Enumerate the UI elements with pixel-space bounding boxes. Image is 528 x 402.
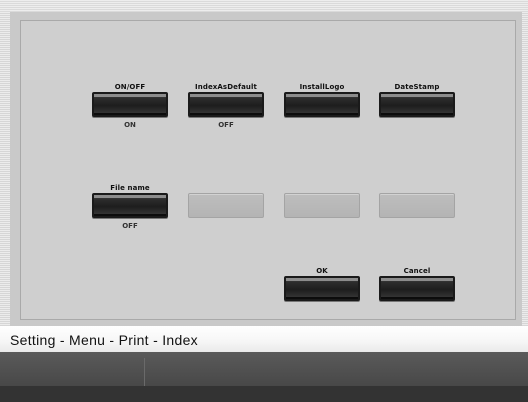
empty-slot-3-button xyxy=(379,193,455,218)
file-name-button[interactable] xyxy=(92,193,168,218)
empty-slot-2-button xyxy=(284,193,360,218)
install-logo-label: InstallLogo xyxy=(299,83,345,91)
breadcrumb-bar: Setting - Menu - Print - Index xyxy=(0,326,528,352)
cancel-button[interactable] xyxy=(379,276,455,301)
ok-button[interactable] xyxy=(284,276,360,301)
frame-stripe-top xyxy=(0,0,528,12)
bottom-bar xyxy=(0,352,528,402)
index-as-default-group: IndexAsDefault OFF xyxy=(188,82,264,130)
cancel-group: Cancel xyxy=(379,266,455,301)
file-name-label: File name xyxy=(110,184,150,192)
file-name-status: OFF xyxy=(122,222,138,230)
empty-slot-2-group xyxy=(284,193,360,218)
breadcrumb: Setting - Menu - Print - Index xyxy=(10,332,198,348)
bottom-bar-divider xyxy=(144,358,145,386)
bottom-bar-upper xyxy=(0,352,528,386)
index-as-default-label: IndexAsDefault xyxy=(195,83,257,91)
install-logo-group: InstallLogo xyxy=(284,82,360,117)
on-off-label: ON/OFF xyxy=(114,83,146,91)
cancel-label: Cancel xyxy=(403,267,431,275)
date-stamp-button[interactable] xyxy=(379,92,455,117)
file-name-group: File name OFF xyxy=(92,183,168,231)
frame-stripe-right xyxy=(522,12,528,326)
on-off-group: ON/OFF ON xyxy=(92,82,168,130)
on-off-status: ON xyxy=(124,121,136,129)
frame-stripe-left xyxy=(0,12,10,326)
date-stamp-group: DateStamp xyxy=(379,82,455,117)
ok-label: OK xyxy=(316,267,328,275)
empty-slot-1-group xyxy=(188,193,264,218)
install-logo-button[interactable] xyxy=(284,92,360,117)
date-stamp-label: DateStamp xyxy=(394,83,440,91)
empty-slot-3-group xyxy=(379,193,455,218)
index-as-default-button[interactable] xyxy=(188,92,264,117)
camera-lcd-screen: ON/OFF ON IndexAsDefault OFF InstallLogo… xyxy=(0,0,528,402)
on-off-button[interactable] xyxy=(92,92,168,117)
empty-slot-1-button xyxy=(188,193,264,218)
ok-group: OK xyxy=(284,266,360,301)
bottom-bar-lower xyxy=(0,386,528,402)
index-as-default-status: OFF xyxy=(218,121,234,129)
